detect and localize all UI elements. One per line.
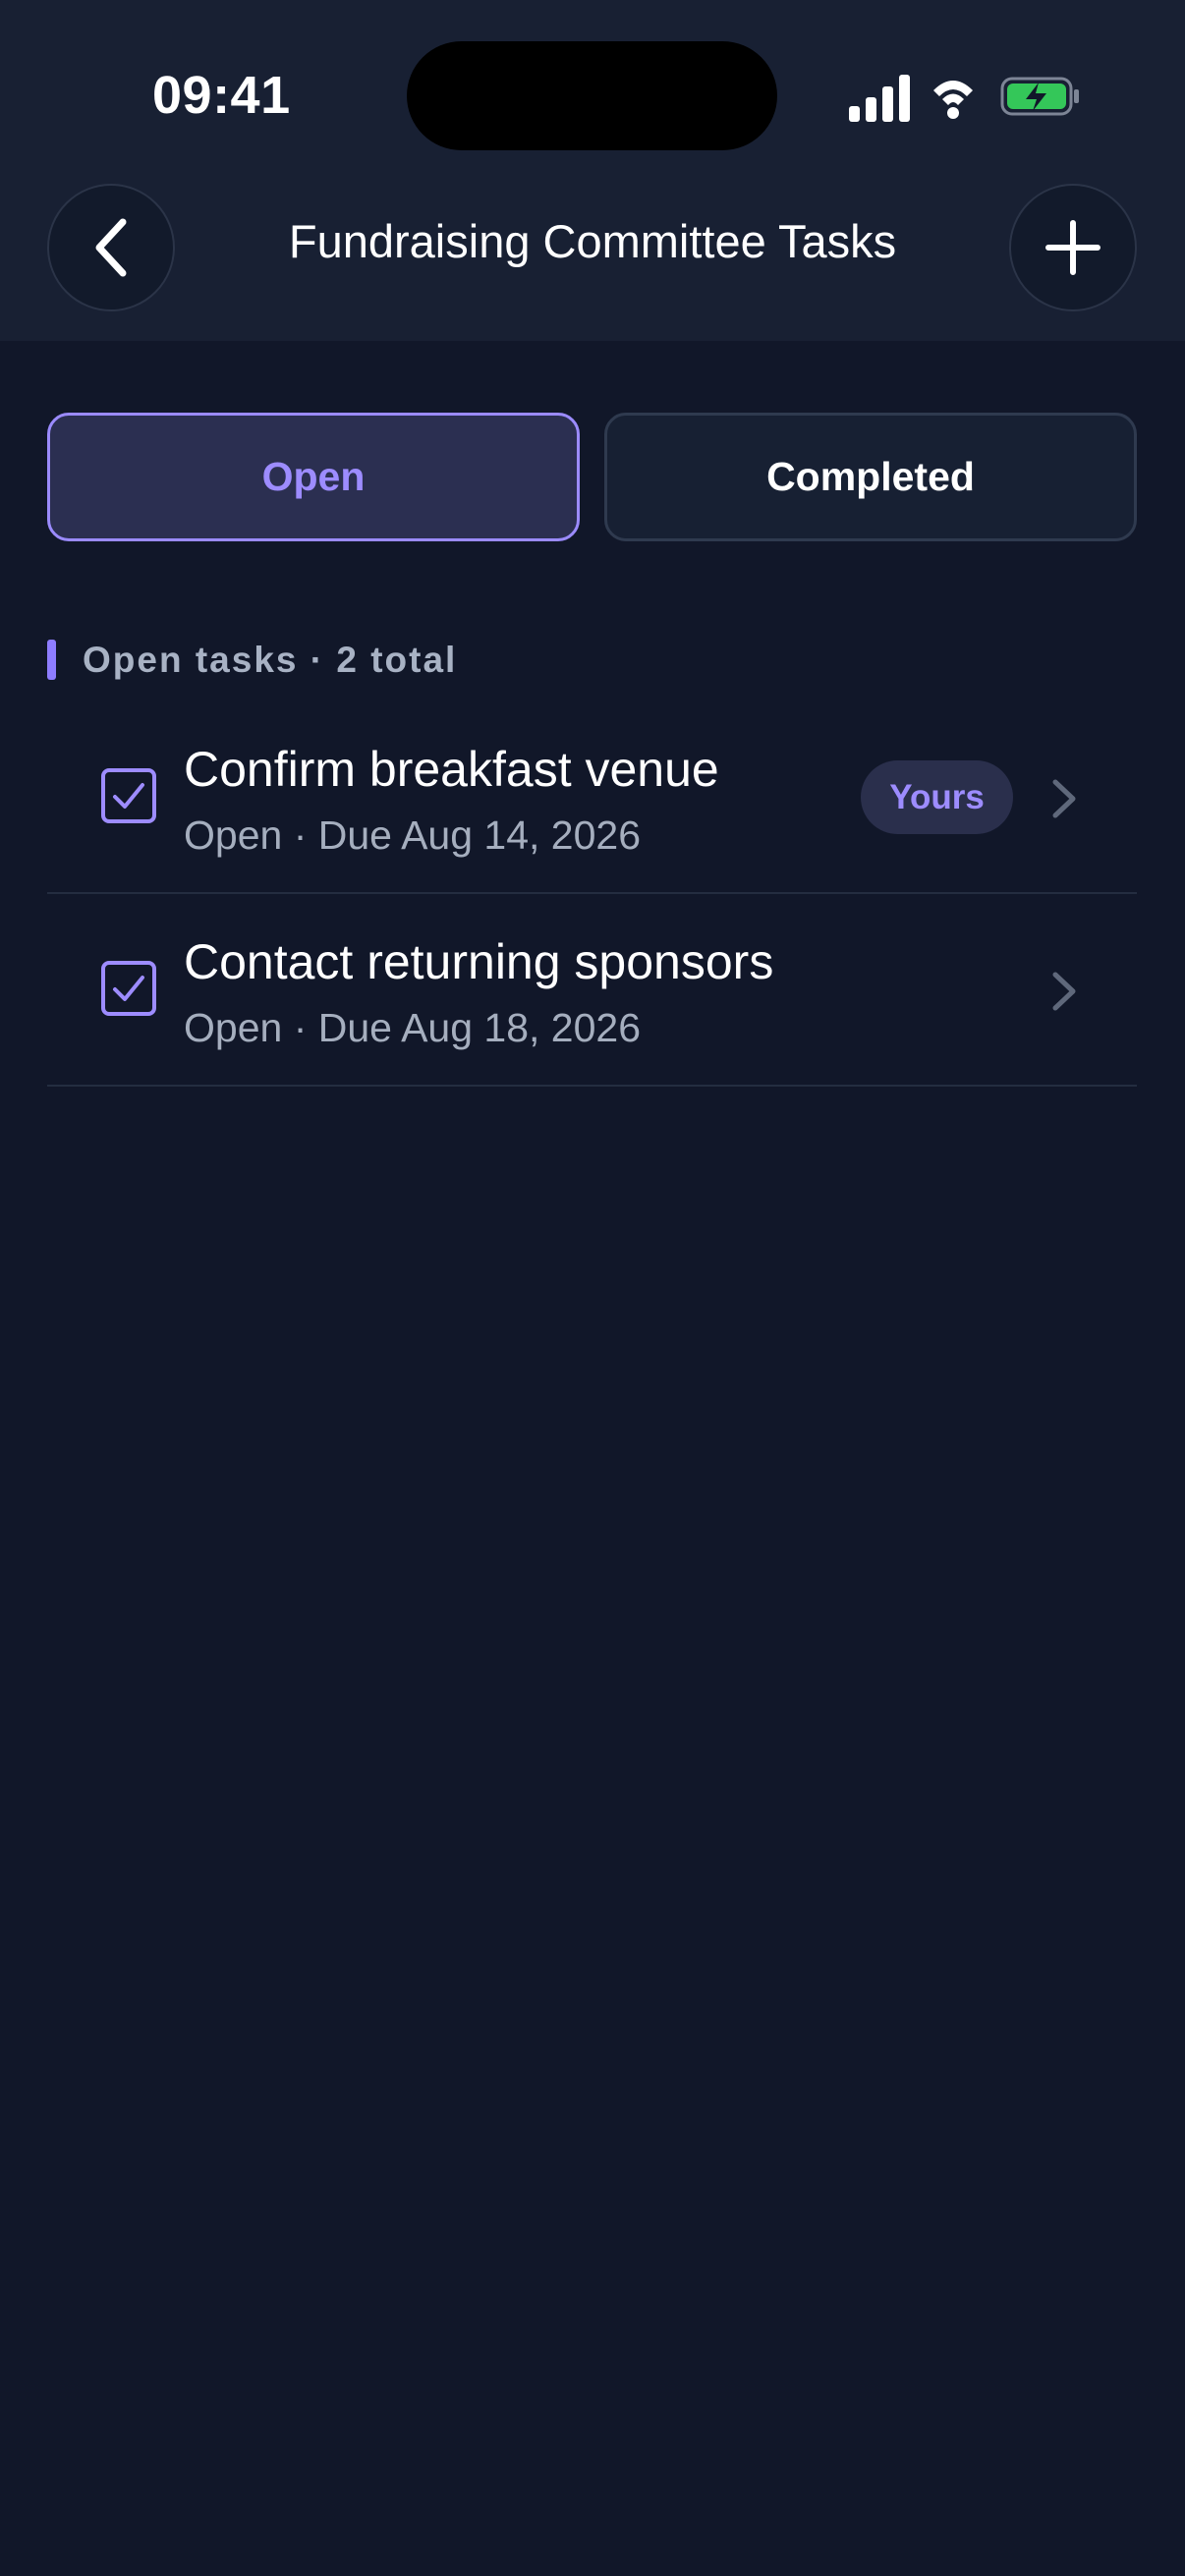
task-row[interactable]: Contact returning sponsors Open · Due Au… bbox=[47, 894, 1137, 1087]
checkbox-icon[interactable] bbox=[100, 960, 157, 1017]
cellular-signal-icon bbox=[849, 75, 910, 122]
status-icons bbox=[849, 75, 1079, 122]
tab-completed[interactable]: Completed bbox=[604, 413, 1137, 541]
status-time: 09:41 bbox=[152, 66, 291, 125]
add-task-button[interactable] bbox=[1009, 184, 1137, 311]
app-header: 09:41 Fundraising Committee Tasks bbox=[0, 0, 1185, 341]
section-label: Open tasks · 2 total bbox=[83, 640, 458, 680]
chevron-right-icon bbox=[1052, 972, 1076, 1011]
battery-charging-icon bbox=[1000, 77, 1079, 116]
task-title: Confirm breakfast venue bbox=[184, 742, 719, 797]
page-title: Fundraising Committee Tasks bbox=[288, 215, 897, 267]
task-meta: Open · Due Aug 18, 2026 bbox=[184, 1005, 642, 1050]
plus-icon bbox=[1045, 220, 1100, 275]
task-meta: Open · Due Aug 14, 2026 bbox=[184, 812, 642, 858]
back-button[interactable] bbox=[47, 184, 175, 311]
wifi-icon bbox=[933, 81, 973, 119]
section-accent-bar bbox=[47, 640, 56, 680]
tab-open[interactable]: Open bbox=[47, 413, 580, 541]
task-row[interactable]: Confirm breakfast venue Open · Due Aug 1… bbox=[47, 701, 1137, 894]
dynamic-island bbox=[407, 41, 777, 150]
owner-badge: Yours bbox=[861, 760, 1013, 834]
task-title: Contact returning sponsors bbox=[184, 934, 774, 989]
chevron-right-icon bbox=[1052, 779, 1076, 818]
chevron-left-icon bbox=[95, 218, 127, 277]
checkbox-icon[interactable] bbox=[100, 767, 157, 824]
